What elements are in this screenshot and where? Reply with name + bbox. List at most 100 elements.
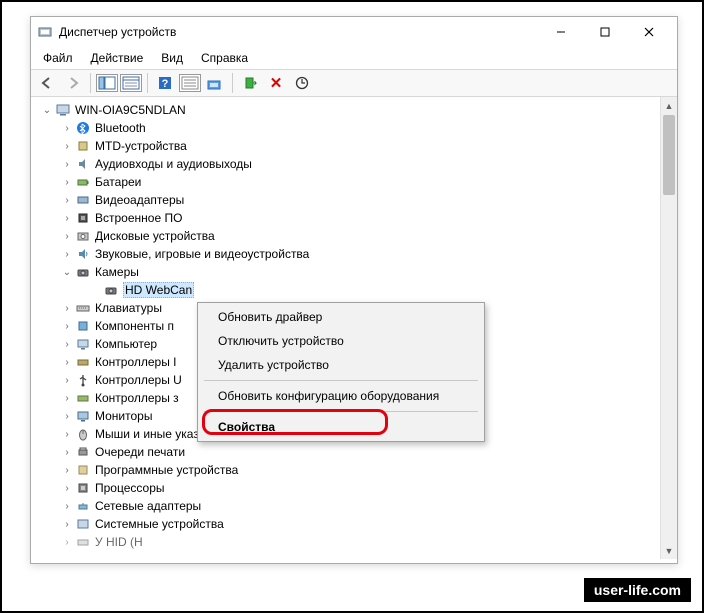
vertical-scrollbar[interactable]: ▲ ▼ <box>660 97 677 559</box>
separator <box>232 73 233 93</box>
expand-icon[interactable]: › <box>61 357 73 368</box>
tree-hid[interactable]: ›У HID (H <box>41 533 677 551</box>
separator <box>147 73 148 93</box>
help-button[interactable]: ? <box>153 72 177 94</box>
battery-icon <box>75 174 91 190</box>
show-hide-tree-button[interactable] <box>96 74 118 92</box>
tree-webcam[interactable]: HD WebCan <box>41 281 677 299</box>
scrollbar-thumb[interactable] <box>663 115 675 195</box>
svg-text:?: ? <box>162 78 169 90</box>
ctx-disable-device[interactable]: Отключить устройство <box>200 329 482 353</box>
toolbar: ? ✕ <box>31 69 677 97</box>
ctx-uninstall-device[interactable]: Удалить устройство <box>200 353 482 377</box>
app-icon <box>37 24 53 40</box>
network-icon <box>75 498 91 514</box>
tree-mtd[interactable]: ›MTD-устройства <box>41 137 677 155</box>
maximize-button[interactable] <box>583 18 627 46</box>
expand-icon[interactable]: › <box>61 429 73 440</box>
expand-icon[interactable]: › <box>61 465 73 476</box>
expand-icon[interactable]: › <box>61 249 73 260</box>
chip-icon <box>75 138 91 154</box>
tree-sound[interactable]: ›Звуковые, игровые и видеоустройства <box>41 245 677 263</box>
monitor-icon <box>75 408 91 424</box>
expand-icon[interactable]: › <box>61 195 73 206</box>
tree-disks[interactable]: ›Дисковые устройства <box>41 227 677 245</box>
scroll-up-button[interactable]: ▲ <box>661 97 677 114</box>
tree-cameras[interactable]: ⌄Камеры <box>41 263 677 281</box>
cpu-icon <box>75 480 91 496</box>
software-component-icon <box>75 318 91 334</box>
properties-button[interactable] <box>120 74 142 92</box>
expand-icon[interactable]: › <box>61 483 73 494</box>
expand-icon[interactable]: › <box>61 519 73 530</box>
enable-device-button[interactable] <box>238 72 262 94</box>
tree-root[interactable]: ⌄ WIN-OIA9C5NDLAN <box>41 101 677 119</box>
forward-button[interactable] <box>61 72 85 94</box>
tree-network-adapters[interactable]: ›Сетевые адаптеры <box>41 497 677 515</box>
controller-icon <box>75 354 91 370</box>
tree-root-label: WIN-OIA9C5NDLAN <box>75 103 186 117</box>
ctx-separator <box>204 380 478 381</box>
tree-print-queues[interactable]: ›Очереди печати <box>41 443 677 461</box>
hid-icon <box>75 534 91 550</box>
expand-icon[interactable]: › <box>61 393 73 404</box>
uninstall-device-button[interactable]: ✕ <box>264 72 288 94</box>
context-menu: Обновить драйвер Отключить устройство Уд… <box>197 302 485 442</box>
menu-view[interactable]: Вид <box>153 49 191 67</box>
separator <box>90 73 91 93</box>
audio-icon <box>75 156 91 172</box>
minimize-button[interactable] <box>539 18 583 46</box>
system-device-icon <box>75 516 91 532</box>
scroll-down-button[interactable]: ▼ <box>661 542 677 559</box>
expand-icon[interactable]: › <box>61 123 73 134</box>
expand-icon[interactable]: › <box>61 141 73 152</box>
keyboard-icon <box>75 300 91 316</box>
collapse-icon[interactable]: ⌄ <box>41 105 53 116</box>
camera-icon <box>103 282 119 298</box>
expand-icon[interactable]: › <box>61 159 73 170</box>
mouse-icon <box>75 426 91 442</box>
menu-help[interactable]: Справка <box>193 49 256 67</box>
expand-icon[interactable]: › <box>61 231 73 242</box>
back-button[interactable] <box>35 72 59 94</box>
storage-controller-icon <box>75 390 91 406</box>
computer-icon <box>55 102 71 118</box>
collapse-icon[interactable]: ⌄ <box>61 267 73 278</box>
expand-icon[interactable]: › <box>61 375 73 386</box>
expand-icon[interactable]: › <box>61 501 73 512</box>
display-adapter-icon <box>75 192 91 208</box>
ctx-scan-hardware[interactable]: Обновить конфигурацию оборудования <box>200 384 482 408</box>
tree-audio[interactable]: ›Аудиовходы и аудиовыходы <box>41 155 677 173</box>
scan-hardware-button[interactable] <box>203 72 227 94</box>
close-button[interactable] <box>627 18 671 46</box>
tree-firmware[interactable]: ›Встроенное ПО <box>41 209 677 227</box>
action-list-button[interactable] <box>179 74 201 92</box>
ctx-update-driver[interactable]: Обновить драйвер <box>200 305 482 329</box>
expand-icon[interactable]: › <box>61 537 73 548</box>
bluetooth-icon <box>75 120 91 136</box>
expand-icon[interactable]: › <box>61 447 73 458</box>
computer-icon <box>75 336 91 352</box>
tree-cpus[interactable]: ›Процессоры <box>41 479 677 497</box>
watermark: user-life.com <box>583 577 692 603</box>
expand-icon[interactable]: › <box>61 321 73 332</box>
tree-batteries[interactable]: ›Батареи <box>41 173 677 191</box>
menu-file[interactable]: Файл <box>35 49 81 67</box>
expand-icon[interactable]: › <box>61 213 73 224</box>
device-manager-window: Диспетчер устройств Файл Действие Вид Сп… <box>30 16 678 564</box>
ctx-properties[interactable]: Свойства <box>200 415 482 439</box>
menu-action[interactable]: Действие <box>83 49 152 67</box>
tree-bluetooth[interactable]: ›Bluetooth <box>41 119 677 137</box>
ctx-separator <box>204 411 478 412</box>
tree-system-devices[interactable]: ›Системные устройства <box>41 515 677 533</box>
firmware-icon <box>75 210 91 226</box>
expand-icon[interactable]: › <box>61 411 73 422</box>
expand-icon[interactable]: › <box>61 339 73 350</box>
printer-icon <box>75 444 91 460</box>
tree-software-devices[interactable]: ›Программные устройства <box>41 461 677 479</box>
titlebar: Диспетчер устройств <box>31 17 677 47</box>
expand-icon[interactable]: › <box>61 177 73 188</box>
expand-icon[interactable]: › <box>61 303 73 314</box>
tree-video-adapters[interactable]: ›Видеоадаптеры <box>41 191 677 209</box>
update-driver-button[interactable] <box>290 72 314 94</box>
